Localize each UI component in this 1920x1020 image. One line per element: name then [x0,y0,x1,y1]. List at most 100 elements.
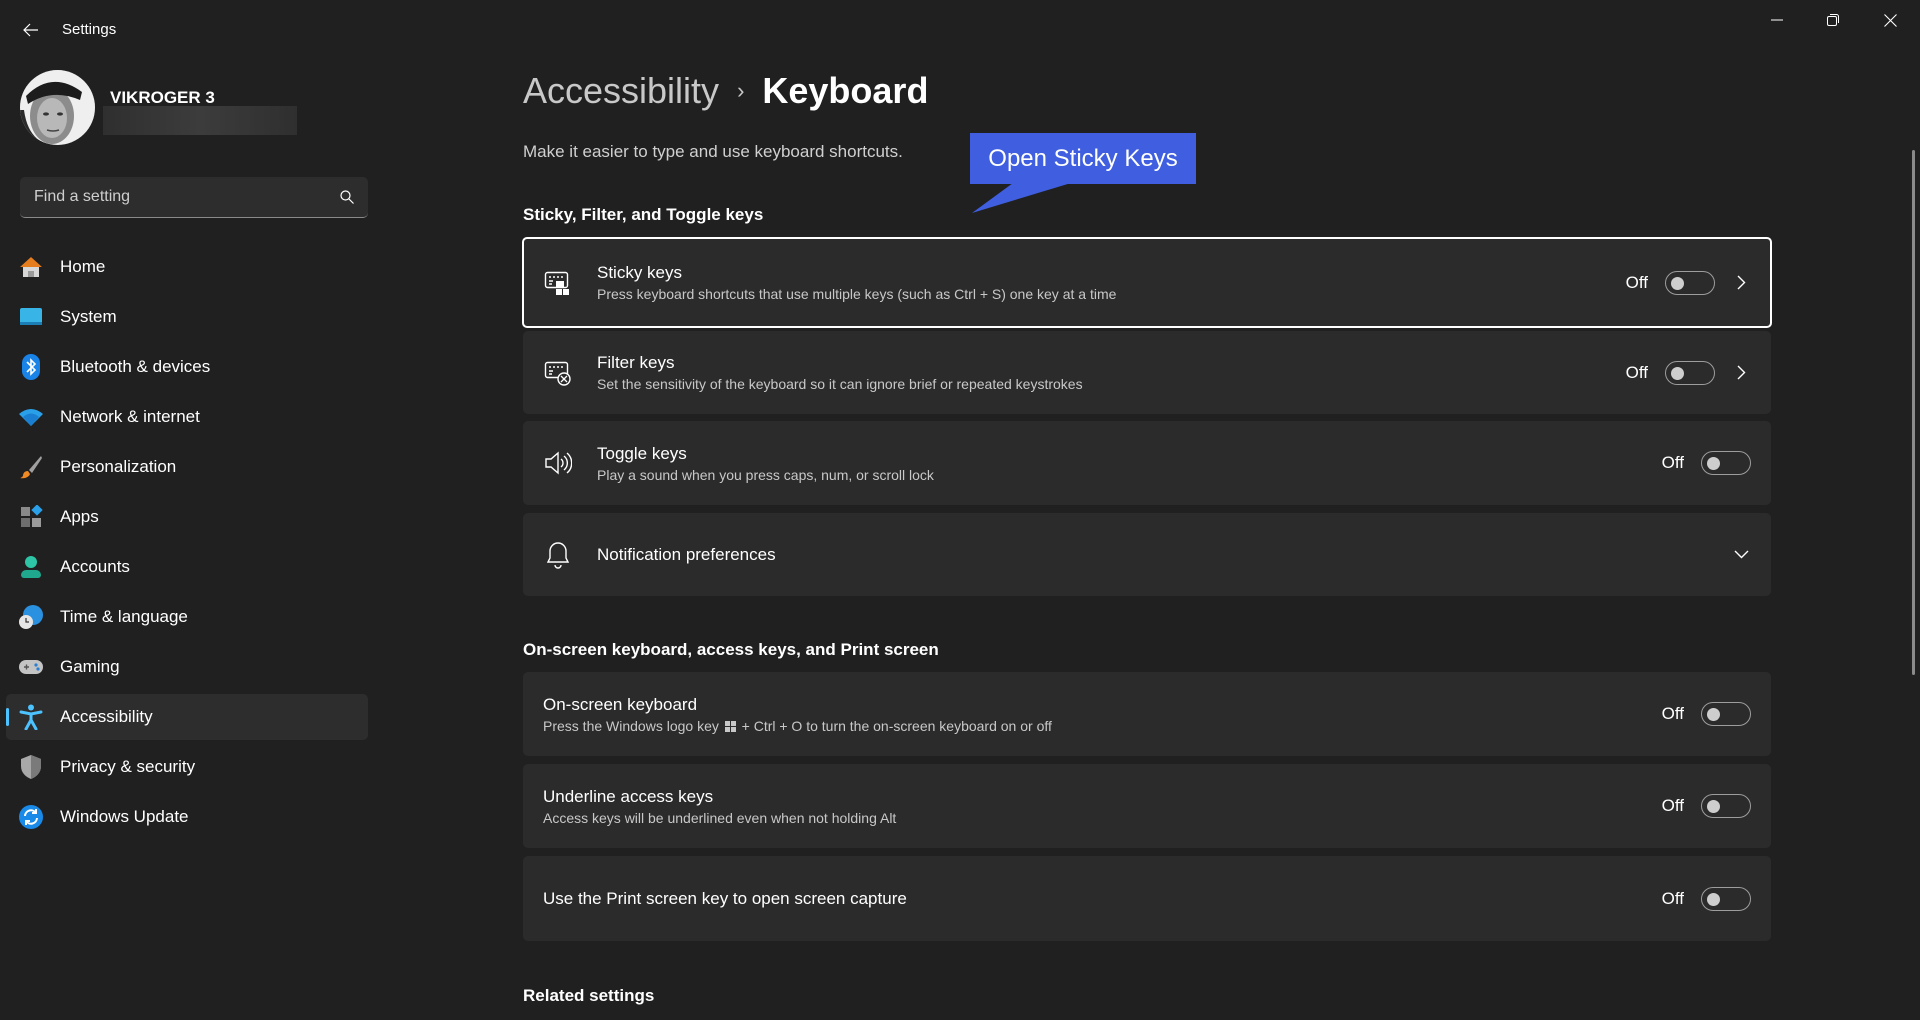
on-screen-keyboard-toggle[interactable] [1701,702,1751,726]
windows-logo-icon [724,720,736,732]
back-button[interactable] [14,14,48,46]
sidebar-nav: Home System Bluetooth & devices Network … [6,244,368,844]
sidebar-item-label: Gaming [60,657,120,676]
restore-button[interactable] [1805,0,1861,40]
sidebar-item-label: Windows Update [60,807,189,826]
toggle-state-label: Off [1661,453,1684,472]
sidebar-item-accounts[interactable]: Accounts [6,544,368,590]
update-icon [18,804,44,830]
toggle-state-label: Off [1661,888,1684,908]
sidebar-item-label: Time & language [60,607,188,626]
accessibility-icon [18,704,44,730]
toggle-state-label: Off [1625,272,1648,292]
sidebar-item-network[interactable]: Network & internet [6,394,368,440]
sidebar-item-label: System [60,307,117,326]
section-title-onscreen-keyboard: On-screen keyboard, access keys, and Pri… [523,640,939,659]
card-subtitle: Set the sensitivity of the keyboard so i… [597,376,1083,392]
callout-open-sticky-keys: Open Sticky Keys [970,133,1196,184]
card-subtitle: Access keys will be underlined even when… [543,809,897,826]
bell-icon [543,540,573,570]
sidebar-item-label: Network & internet [60,407,200,426]
card-subtitle-pre: Press the Windows logo key [543,717,719,734]
breadcrumb-separator: › [737,78,745,103]
profile-name: VIKROGER 3 [110,88,215,107]
minimize-icon [1771,19,1783,21]
sidebar-item-gaming[interactable]: Gaming [6,644,368,690]
account-icon [18,554,44,580]
chevron-right-icon[interactable] [1731,273,1751,293]
sidebar-item-label: Apps [60,507,99,526]
sticky-keys-card[interactable]: Sticky keys Press keyboard shortcuts tha… [522,237,1772,328]
underline-access-keys-card[interactable]: Underline access keys Access keys will b… [523,764,1771,848]
underline-access-keys-toggle[interactable] [1701,794,1751,818]
apps-icon [18,504,44,530]
sticky-keys-toggle[interactable] [1665,270,1715,295]
page-title: Keyboard [762,70,929,111]
sidebar-item-time-language[interactable]: Time & language [6,594,368,640]
filter-keys-toggle[interactable] [1665,360,1715,385]
bluetooth-icon [18,354,44,380]
card-subtitle: Press the Windows logo key + Ctrl + O to… [543,718,1052,734]
speaker-icon [543,448,573,478]
toggle-knob [1707,457,1720,470]
search-input[interactable] [34,188,340,206]
sidebar-item-windows-update[interactable]: Windows Update [6,794,368,840]
system-icon [18,304,44,330]
breadcrumb-parent[interactable]: Accessibility [523,70,719,112]
sidebar-item-apps[interactable]: Apps [6,494,368,540]
selected-indicator [6,708,9,726]
toggle-knob [1671,276,1684,290]
sidebar-item-accessibility[interactable]: Accessibility [6,694,368,740]
card-title: On-screen keyboard [543,694,698,714]
search-icon[interactable] [340,190,354,204]
toggle-state-label: Off [1661,796,1684,815]
callout-pointer [972,183,1071,213]
sidebar-item-personalization[interactable]: Personalization [6,444,368,490]
card-subtitle: Press keyboard shortcuts that use multip… [597,286,1117,302]
avatar[interactable] [20,70,95,145]
profile-email-redacted [103,106,297,135]
filter-keys-card[interactable]: Filter keys Set the sensitivity of the k… [523,331,1771,414]
sidebar-item-bluetooth[interactable]: Bluetooth & devices [6,344,368,390]
sidebar-item-label: Home [60,257,106,276]
chevron-down-icon[interactable] [1731,545,1751,565]
sidebar-item-label: Accounts [60,557,130,576]
toggle-keys-toggle[interactable] [1701,451,1751,475]
toggle-knob [1671,366,1684,380]
sidebar-item-home[interactable]: Home [6,244,368,290]
card-subtitle: Play a sound when you press caps, num, o… [597,466,934,483]
close-button[interactable] [1862,0,1918,40]
card-title: Use the Print screen key to open screen … [543,888,907,908]
section-title-sticky-filter-toggle: Sticky, Filter, and Toggle keys [523,205,764,224]
minimize-button[interactable] [1749,0,1805,40]
home-icon [18,254,44,280]
toggle-state-label: Off [1661,704,1684,723]
chevron-right-icon[interactable] [1731,363,1751,383]
toggle-keys-card[interactable]: Toggle keys Play a sound when you press … [523,421,1771,505]
card-title: Filter keys [597,353,675,372]
card-subtitle-post: + Ctrl + O to turn the on-screen keyboar… [741,717,1052,734]
notification-preferences-card[interactable]: Notification preferences [523,513,1771,596]
sidebar-item-privacy[interactable]: Privacy & security [6,744,368,790]
card-title: Toggle keys [597,443,687,463]
back-arrow-icon [23,23,38,37]
toggle-knob [1707,892,1720,906]
wifi-icon [18,404,44,430]
gamepad-icon [18,654,44,680]
scrollbar-thumb[interactable] [1912,150,1915,675]
breadcrumb: Accessibility › Keyboard [523,70,928,112]
sidebar-item-label: Privacy & security [60,757,196,776]
search-box[interactable] [20,177,368,218]
print-screen-toggle[interactable] [1701,886,1751,911]
page-description: Make it easier to type and use keyboard … [523,142,903,161]
globe-clock-icon [18,604,44,630]
card-title: Sticky keys [597,263,683,282]
sidebar-item-label: Bluetooth & devices [60,357,211,376]
sidebar-item-label: Accessibility [60,707,153,726]
on-screen-keyboard-card[interactable]: On-screen keyboard Press the Windows log… [523,672,1771,756]
card-title: Notification preferences [597,544,776,564]
print-screen-card[interactable]: Use the Print screen key to open screen … [523,856,1771,941]
user-photo-icon [20,70,95,145]
sidebar-item-system[interactable]: System [6,294,368,340]
sidebar-item-label: Personalization [60,457,177,476]
